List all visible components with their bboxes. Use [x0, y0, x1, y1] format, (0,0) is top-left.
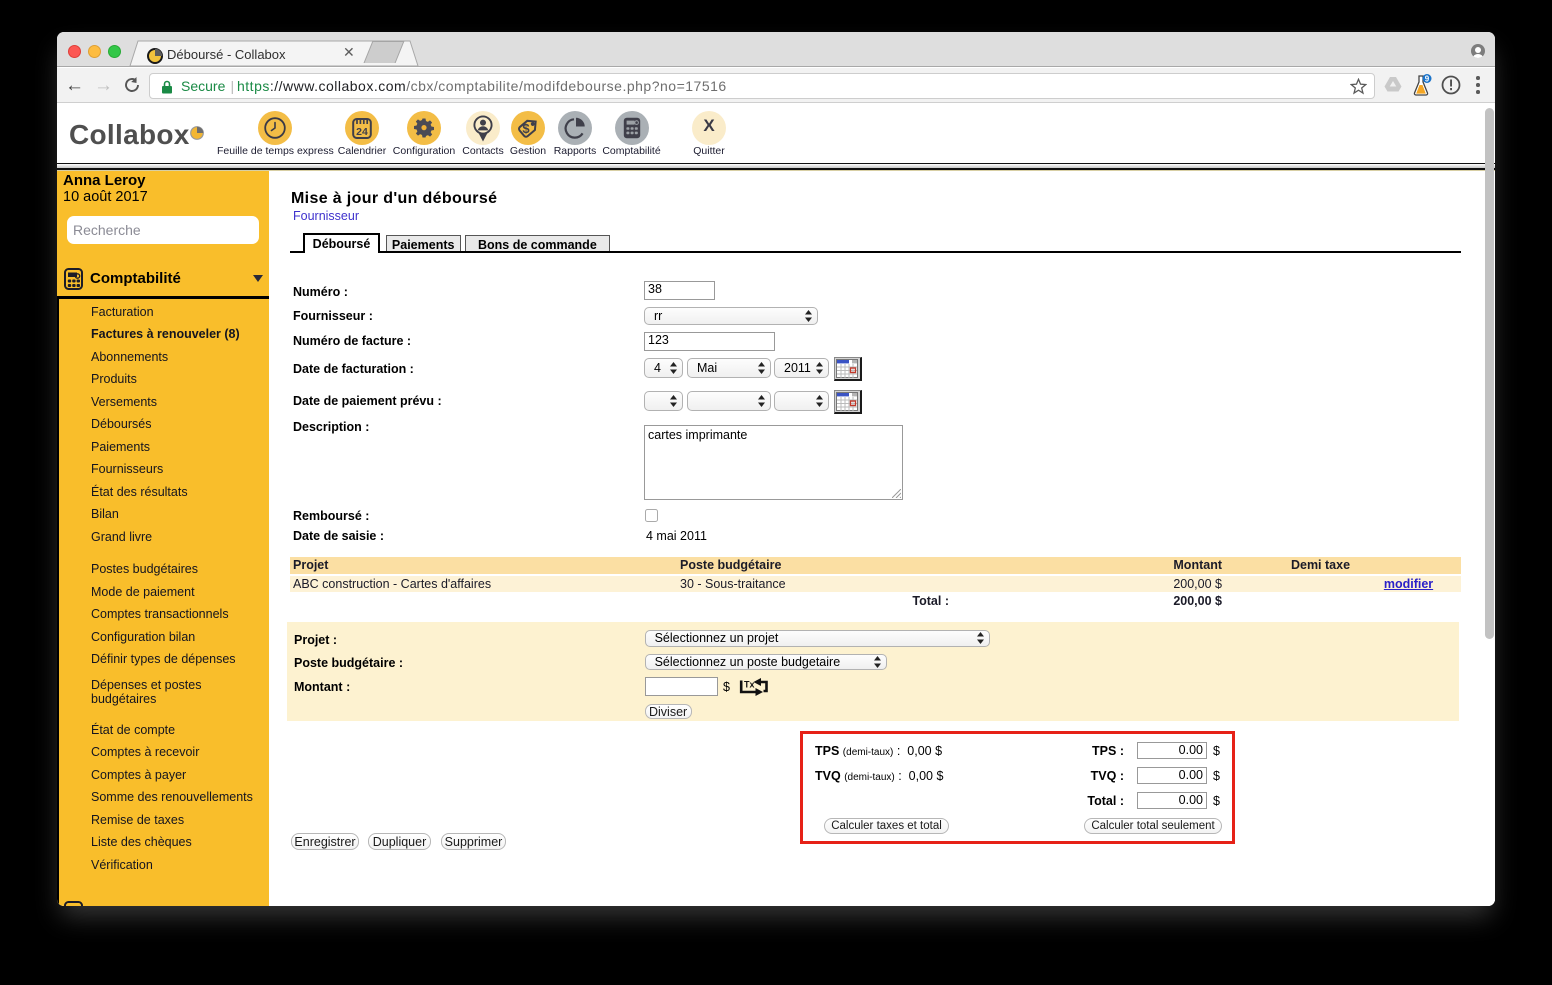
svg-text:$: $: [522, 121, 530, 136]
svg-text:Tx: Tx: [744, 680, 755, 690]
svg-text:9: 9: [1425, 75, 1430, 84]
svg-text:24: 24: [356, 126, 368, 138]
